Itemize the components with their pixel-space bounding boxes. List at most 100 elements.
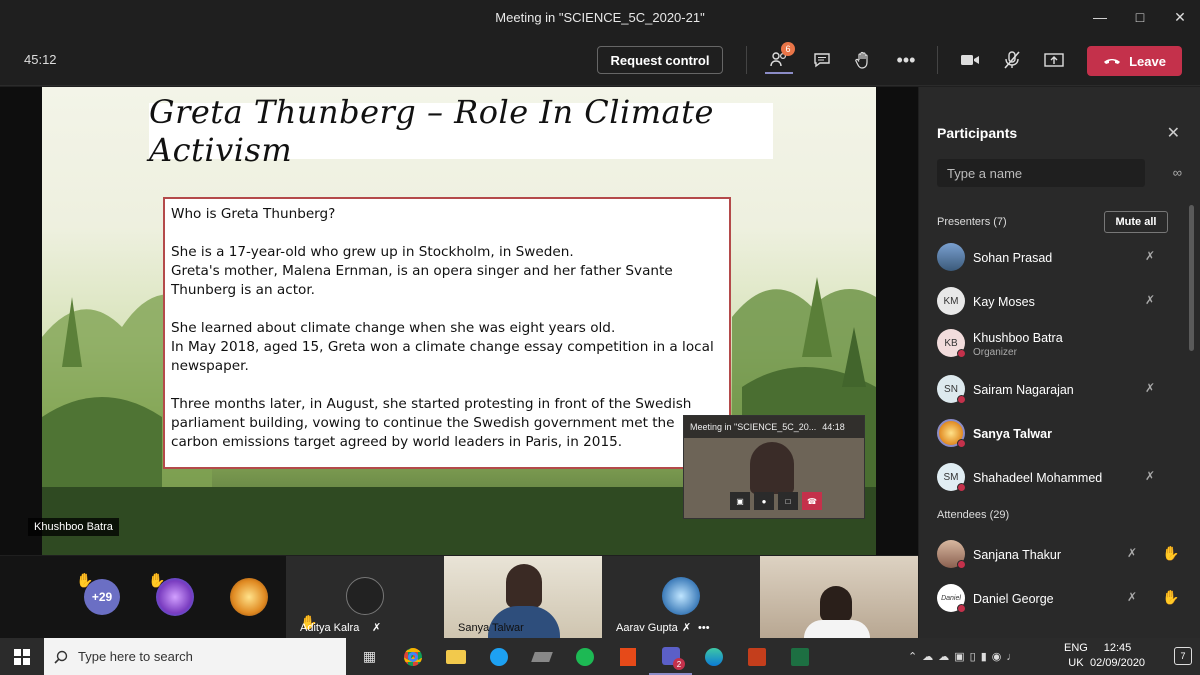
avatar-initials: SM (943, 471, 959, 483)
chrome-icon[interactable] (391, 638, 434, 675)
participant-row[interactable]: Sanjana Thakur ✗ ✋ (937, 534, 1180, 574)
participant-role: Organizer (973, 347, 1017, 358)
slide-question: Who is Greta Thunberg? (171, 206, 336, 222)
powerpoint-icon[interactable] (735, 638, 778, 675)
cloud-icon[interactable]: ☁ (938, 650, 949, 663)
excel-icon[interactable] (778, 638, 821, 675)
mini-share-icon[interactable]: □ (778, 492, 798, 510)
taskbar-search-input[interactable]: Type here to search (44, 638, 346, 675)
system-tray: ⌃ ☁ ☁ ▣ ▯ ▮ ◉ ♩ (908, 638, 1017, 675)
twitter-icon[interactable] (477, 638, 520, 675)
mic-muted-icon[interactable] (998, 46, 1026, 74)
phone-icon (1104, 59, 1121, 64)
participant-search-input[interactable]: Type a name (937, 159, 1145, 187)
slide-text-box: Who is Greta Thunberg? She is a 17-year-… (163, 197, 731, 469)
meeting-timer: 45:12 (24, 52, 57, 67)
close-icon[interactable]: ✕ (1167, 123, 1180, 143)
participant-avatar[interactable] (156, 578, 194, 616)
app-icon[interactable] (520, 638, 563, 675)
avatar-group-tile: ✋ +29 ✋ (0, 556, 286, 638)
notification-center-icon[interactable]: 7 (1174, 647, 1192, 665)
speaker-name-tag: Khushboo Batra (28, 518, 119, 536)
participant-video-strip: ✋ +29 ✋ ✋ Aditya Kalra ✗ Sanya Talwar Aa… (0, 556, 918, 638)
wifi-icon[interactable]: ◉ (992, 650, 1002, 663)
participant-row[interactable]: SN Sairam Nagarajan ✗ (937, 369, 1177, 409)
spotify-icon[interactable] (563, 638, 606, 675)
avatar (937, 243, 965, 271)
attendees-header[interactable]: Attendees (29) (937, 509, 1009, 521)
more-icon[interactable]: ••• (892, 46, 920, 74)
mini-meeting-window[interactable]: Meeting in "SCIENCE_5C_20... 44:18 ▣ ● □… (683, 415, 865, 519)
participant-avatar (662, 577, 700, 615)
mini-hangup-icon[interactable]: ☎ (802, 492, 822, 510)
raised-hand-icon: ✋ (1162, 545, 1180, 561)
phone-link-icon[interactable]: ▯ (970, 650, 976, 663)
participant-row[interactable]: Sanya Talwar (937, 413, 1177, 453)
toolbar-divider (746, 46, 747, 74)
participant-row[interactable]: KB Khushboo Batra Organizer (937, 323, 1177, 363)
onedrive-icon[interactable]: ☁ (922, 650, 933, 663)
panel-title: Participants (937, 125, 1018, 141)
camera-icon[interactable] (956, 46, 984, 74)
teams-badge: 2 (673, 658, 685, 670)
participant-row[interactable]: KM Kay Moses ✗ (937, 281, 1177, 321)
minimize-icon[interactable]: — (1080, 0, 1120, 34)
task-view-icon[interactable]: ▦ (348, 638, 391, 675)
leave-button[interactable]: Leave (1087, 46, 1182, 76)
participant-row[interactable]: SM Shahadeel Mohammed ✗ (937, 457, 1177, 497)
usb-icon[interactable]: ▣ (954, 650, 964, 663)
language-indicator[interactable]: ENG UK (1064, 641, 1088, 671)
participant-name: Sanjana Thakur (973, 548, 1062, 562)
video-tile[interactable]: Aarav Gupta ✗ ••• (602, 556, 760, 638)
participant-row[interactable]: Sohan Prasad ✗ (937, 237, 1177, 277)
slide-paragraph-1: She is a 17-year-old who grew up in Stoc… (171, 243, 723, 300)
windows-start-icon[interactable] (0, 638, 44, 675)
mic-muted-icon: ✗ (682, 622, 692, 634)
raise-hand-icon[interactable] (849, 46, 877, 74)
request-control-button[interactable]: Request control (597, 46, 723, 74)
office-icon[interactable] (606, 638, 649, 675)
close-window-icon[interactable]: ✕ (1160, 0, 1200, 34)
video-tile[interactable]: ✋ Aditya Kalra ✗ (286, 556, 444, 638)
avatar-initials: KM (943, 295, 959, 307)
mini-camera-icon[interactable]: ▣ (730, 492, 750, 510)
search-placeholder: Type a name (947, 165, 1023, 181)
status-badge (957, 439, 966, 448)
tile-name: Sanya Talwar (458, 622, 524, 634)
slide-para2-line2: In May 2018, aged 15, Greta won a climat… (171, 339, 714, 374)
slide-paragraph-3: Three months later, in August, she start… (171, 396, 692, 450)
mic-muted-icon: ✗ (372, 622, 382, 634)
more-icon[interactable]: ••• (698, 622, 710, 634)
teams-icon[interactable]: 2 (649, 638, 692, 675)
taskbar-clock[interactable]: 12:45 02/09/2020 (1090, 641, 1145, 671)
chevron-up-icon[interactable]: ⌃ (908, 650, 917, 663)
mute-all-button[interactable]: Mute all (1104, 211, 1168, 233)
panel-scrollbar[interactable] (1189, 205, 1194, 351)
participant-video (820, 586, 852, 622)
avatar-initials: SN (944, 383, 958, 395)
taskbar-search-placeholder: Type here to search (78, 649, 193, 664)
presenters-header[interactable]: Presenters (7) (937, 216, 1007, 228)
status-badge (957, 349, 966, 358)
mic-muted-icon: ✗ (1127, 546, 1138, 560)
maximize-icon[interactable]: □ (1120, 0, 1160, 34)
toolbar-divider (937, 46, 938, 74)
edge-icon[interactable] (692, 638, 735, 675)
file-explorer-icon[interactable] (434, 638, 477, 675)
battery-icon[interactable]: ▮ (981, 650, 987, 663)
video-tile[interactable] (760, 556, 918, 638)
participant-avatar[interactable] (230, 578, 268, 616)
participant-row[interactable]: Daniel Daniel George ✗ ✋ (937, 578, 1179, 618)
volume-icon[interactable]: ♩ (1006, 651, 1017, 663)
overflow-count[interactable]: +29 (84, 579, 120, 615)
mic-muted-icon: ✗ (1145, 381, 1156, 395)
mini-mic-icon[interactable]: ● (754, 492, 774, 510)
participant-name: Khushboo Batra (973, 331, 1063, 345)
slide-title-box: Greta Thunberg – Role In Climate Activis… (149, 93, 773, 169)
chat-icon[interactable] (808, 46, 836, 74)
video-tile[interactable]: Sanya Talwar (444, 556, 602, 638)
share-invite-link-icon[interactable]: ∞ (1173, 165, 1182, 180)
participant-video-body (804, 620, 870, 638)
share-screen-icon[interactable] (1040, 46, 1068, 74)
participants-icon[interactable]: 6 (765, 42, 795, 74)
